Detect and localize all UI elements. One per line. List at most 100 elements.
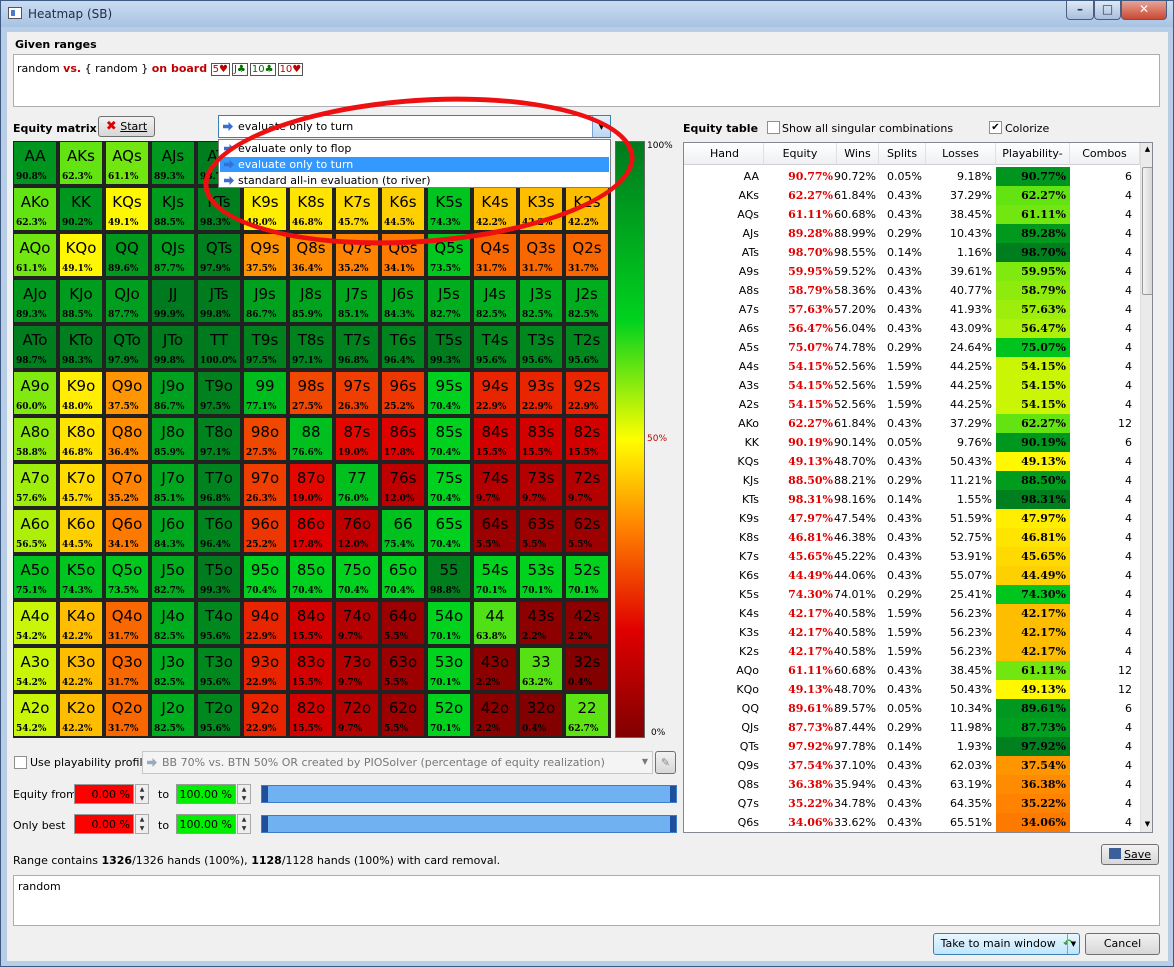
matrix-cell[interactable]: 63s 5.5% bbox=[519, 509, 563, 553]
matrix-cell[interactable]: 84s 15.5% bbox=[473, 417, 517, 461]
matrix-cell[interactable]: 55 98.8% bbox=[427, 555, 471, 599]
table-row[interactable]: A8s 58.79% 58.36% 0.43% 40.77% 58.79% 4 bbox=[684, 281, 1140, 300]
matrix-cell[interactable]: A8o 58.8% bbox=[13, 417, 57, 461]
matrix-cell[interactable]: K2o 42.2% bbox=[59, 693, 103, 737]
slider-handle-right[interactable] bbox=[670, 786, 676, 802]
matrix-cell[interactable]: KTo 98.3% bbox=[59, 325, 103, 369]
matrix-cell[interactable]: 44 63.8% bbox=[473, 601, 517, 645]
title-bar[interactable]: Heatmap (SB) – □ ✕ bbox=[1, 1, 1173, 27]
column-header[interactable]: Equity bbox=[764, 143, 837, 165]
matrix-cell[interactable]: J7s 85.1% bbox=[335, 279, 379, 323]
matrix-cell[interactable]: T6s 96.4% bbox=[381, 325, 425, 369]
colorize-checkbox[interactable]: ✔ bbox=[989, 121, 1002, 134]
minimize-button[interactable]: – bbox=[1066, 1, 1094, 20]
matrix-cell[interactable]: 96s 25.2% bbox=[381, 371, 425, 415]
matrix-cell[interactable]: A7o 57.6% bbox=[13, 463, 57, 507]
use-playability-checkbox[interactable] bbox=[14, 756, 27, 769]
matrix-cell[interactable]: 66 75.4% bbox=[381, 509, 425, 553]
column-header[interactable]: Hand bbox=[684, 143, 764, 165]
matrix-cell[interactable]: QTs 97.9% bbox=[197, 233, 241, 277]
matrix-cell[interactable]: T8o 97.1% bbox=[197, 417, 241, 461]
only-best-from-spinner[interactable]: ▲ ▼ bbox=[135, 814, 149, 834]
matrix-cell[interactable]: 97o 26.3% bbox=[243, 463, 287, 507]
matrix-cell[interactable]: ATo 98.7% bbox=[13, 325, 57, 369]
matrix-cell[interactable]: A2o 54.2% bbox=[13, 693, 57, 737]
matrix-cell[interactable]: 53s 70.1% bbox=[519, 555, 563, 599]
matrix-cell[interactable]: Q2s 31.7% bbox=[565, 233, 609, 277]
matrix-cell[interactable]: 75o 70.4% bbox=[335, 555, 379, 599]
matrix-cell[interactable]: 74o 9.7% bbox=[335, 601, 379, 645]
matrix-cell[interactable]: 98s 27.5% bbox=[289, 371, 333, 415]
matrix-cell[interactable]: T7o 96.8% bbox=[197, 463, 241, 507]
table-row[interactable]: KTs 98.31% 98.16% 0.14% 1.55% 98.31% 4 bbox=[684, 490, 1140, 509]
playability-profile-select[interactable]: BB 70% vs. BTN 50% OR created by PIOSolv… bbox=[142, 751, 653, 774]
matrix-cell[interactable]: JJ 99.9% bbox=[151, 279, 195, 323]
matrix-cell[interactable]: JTo 99.8% bbox=[151, 325, 195, 369]
matrix-cell[interactable]: KQs 49.1% bbox=[105, 187, 149, 231]
table-row[interactable]: Q9s 37.54% 37.10% 0.43% 62.03% 37.54% 4 bbox=[684, 756, 1140, 775]
matrix-cell[interactable]: K5o 74.3% bbox=[59, 555, 103, 599]
matrix-cell[interactable]: K4o 42.2% bbox=[59, 601, 103, 645]
matrix-cell[interactable]: A9o 60.0% bbox=[13, 371, 57, 415]
table-row[interactable]: K9s 47.97% 47.54% 0.43% 51.59% 47.97% 4 bbox=[684, 509, 1140, 528]
matrix-cell[interactable]: 65o 70.4% bbox=[381, 555, 425, 599]
slider-handle-right[interactable] bbox=[670, 816, 676, 832]
table-row[interactable]: K5s 74.30% 74.01% 0.29% 25.41% 74.30% 4 bbox=[684, 585, 1140, 604]
table-row[interactable]: Q8s 36.38% 35.94% 0.43% 63.19% 36.38% 4 bbox=[684, 775, 1140, 794]
matrix-cell[interactable]: 43s 2.2% bbox=[519, 601, 563, 645]
only-best-to-input[interactable]: 100.00 % bbox=[176, 814, 236, 834]
matrix-cell[interactable]: 99 77.1% bbox=[243, 371, 287, 415]
matrix-cell[interactable]: T2s 95.6% bbox=[565, 325, 609, 369]
matrix-cell[interactable]: AQs 61.1% bbox=[105, 141, 149, 185]
matrix-cell[interactable]: 76s 12.0% bbox=[381, 463, 425, 507]
matrix-cell[interactable]: K9o 48.0% bbox=[59, 371, 103, 415]
matrix-cell[interactable]: KK 90.2% bbox=[59, 187, 103, 231]
matrix-cell[interactable]: 95s 70.4% bbox=[427, 371, 471, 415]
only-best-to-spinner[interactable]: ▲ ▼ bbox=[237, 814, 251, 834]
matrix-cell[interactable]: J4s 82.5% bbox=[473, 279, 517, 323]
matrix-cell[interactable]: J8s 85.9% bbox=[289, 279, 333, 323]
matrix-cell[interactable]: 73s 9.7% bbox=[519, 463, 563, 507]
table-row[interactable]: K6s 44.49% 44.06% 0.43% 55.07% 44.49% 4 bbox=[684, 566, 1140, 585]
table-row[interactable]: A9s 59.95% 59.52% 0.43% 39.61% 59.95% 4 bbox=[684, 262, 1140, 281]
table-vertical-scrollbar[interactable]: ▲ ▼ bbox=[1140, 143, 1152, 832]
table-row[interactable]: K2s 42.17% 40.58% 1.59% 56.23% 42.17% 4 bbox=[684, 642, 1140, 661]
matrix-cell[interactable]: J7o 85.1% bbox=[151, 463, 195, 507]
matrix-cell[interactable]: KQo 49.1% bbox=[59, 233, 103, 277]
chevron-down-icon[interactable]: ▼ bbox=[1067, 934, 1079, 954]
take-to-main-window-button[interactable]: Take to main window ↶ ▼ bbox=[933, 933, 1080, 955]
matrix-cell[interactable]: 92o 22.9% bbox=[243, 693, 287, 737]
matrix-cell[interactable]: 88 76.6% bbox=[289, 417, 333, 461]
table-row[interactable]: ATs 98.70% 98.55% 0.14% 1.16% 98.70% 4 bbox=[684, 243, 1140, 262]
column-header[interactable]: Combos bbox=[1070, 143, 1140, 165]
table-row[interactable]: KJs 88.50% 88.21% 0.29% 11.21% 88.50% 4 bbox=[684, 471, 1140, 490]
matrix-cell[interactable]: 87s 19.0% bbox=[335, 417, 379, 461]
matrix-cell[interactable]: Q9s 37.5% bbox=[243, 233, 287, 277]
matrix-cell[interactable]: 93o 22.9% bbox=[243, 647, 287, 691]
table-row[interactable]: AKs 62.27% 61.84% 0.43% 37.29% 62.27% 4 bbox=[684, 186, 1140, 205]
matrix-cell[interactable]: T5o 99.3% bbox=[197, 555, 241, 599]
equity-to-spinner[interactable]: ▲ ▼ bbox=[237, 784, 251, 804]
matrix-cell[interactable]: 93s 22.9% bbox=[519, 371, 563, 415]
matrix-cell[interactable]: K6o 44.5% bbox=[59, 509, 103, 553]
scrollbar-thumb[interactable] bbox=[1142, 167, 1152, 295]
matrix-cell[interactable]: 83o 15.5% bbox=[289, 647, 333, 691]
table-row[interactable]: KQo 49.13% 48.70% 0.43% 50.43% 49.13% 12 bbox=[684, 680, 1140, 699]
matrix-cell[interactable]: 52o 70.1% bbox=[427, 693, 471, 737]
matrix-cell[interactable]: Q8o 36.4% bbox=[105, 417, 149, 461]
equity-table[interactable]: HandEquityWinsSplitsLossesPlayability-Eq… bbox=[683, 142, 1153, 833]
only-best-from-input[interactable]: 0.00 % bbox=[74, 814, 134, 834]
table-row[interactable]: A6s 56.47% 56.04% 0.43% 43.09% 56.47% 4 bbox=[684, 319, 1140, 338]
equity-to-input[interactable]: 100.00 % bbox=[176, 784, 236, 804]
table-row[interactable]: AJs 89.28% 88.99% 0.29% 10.43% 89.28% 4 bbox=[684, 224, 1140, 243]
matrix-cell[interactable]: QTo 97.9% bbox=[105, 325, 149, 369]
matrix-cell[interactable]: Q5o 73.5% bbox=[105, 555, 149, 599]
matrix-cell[interactable]: JTs 99.8% bbox=[197, 279, 241, 323]
matrix-cell[interactable]: TT 100.0% bbox=[197, 325, 241, 369]
matrix-cell[interactable]: 42o 2.2% bbox=[473, 693, 517, 737]
scroll-up-arrow[interactable]: ▲ bbox=[1142, 145, 1152, 157]
matrix-cell[interactable]: 54s 70.1% bbox=[473, 555, 517, 599]
matrix-cell[interactable]: 75s 70.4% bbox=[427, 463, 471, 507]
maximize-button[interactable]: □ bbox=[1094, 1, 1121, 20]
equity-range-slider[interactable] bbox=[261, 785, 677, 803]
